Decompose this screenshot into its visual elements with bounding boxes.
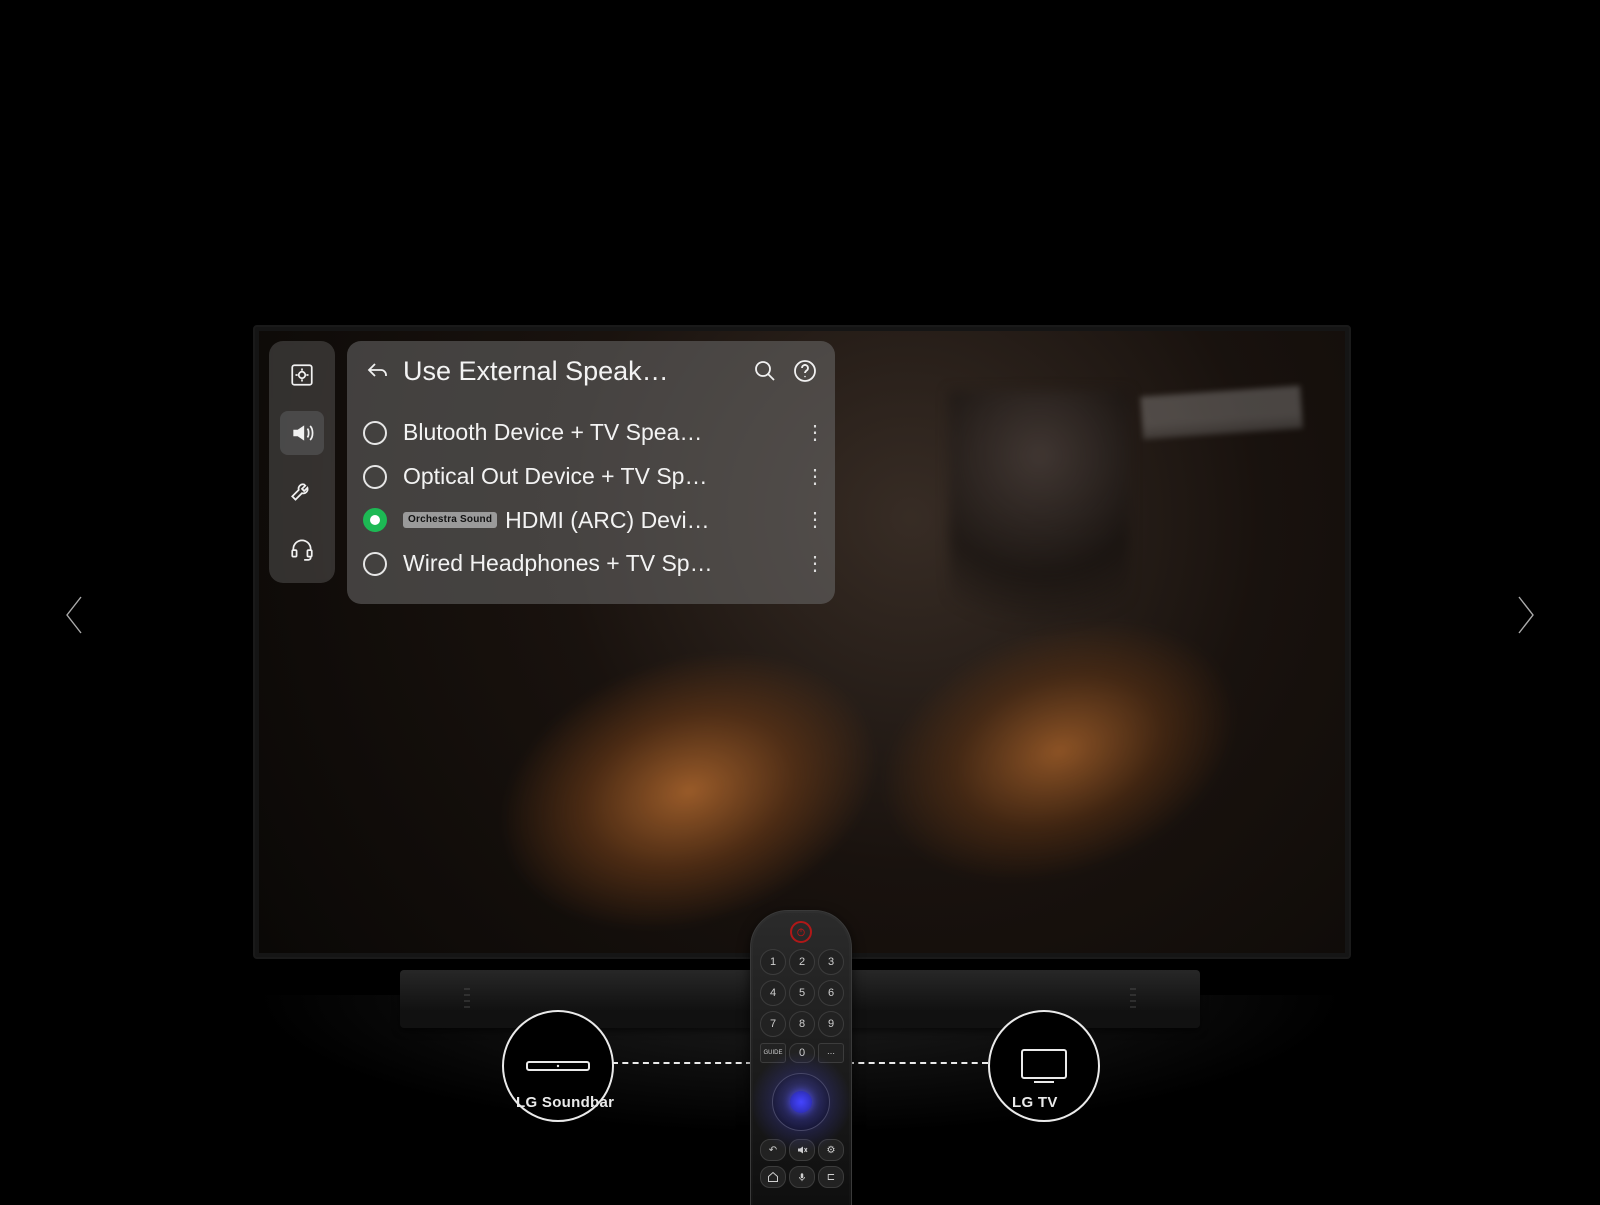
remote-num-0[interactable]: 0 [789, 1043, 815, 1063]
remote-num-9[interactable]: 9 [818, 1011, 844, 1037]
remote-wheel-wrap [770, 1071, 832, 1133]
search-icon [753, 359, 777, 383]
remote-input-button[interactable]: ⊏ [818, 1166, 844, 1188]
remote-lower-controls: ↶ ⚙ ⊏ [760, 1139, 842, 1188]
radio-selected [363, 508, 387, 532]
magic-remote: 1 2 3 4 5 6 7 8 9 GUIDE 0 ⋯ ↶ ⚙ [750, 910, 852, 1205]
settings-panel: Use External Speak… Bluto [347, 341, 835, 604]
remote-num-7[interactable]: 7 [760, 1011, 786, 1037]
speaker-icon [289, 420, 315, 446]
headset-icon [289, 536, 315, 562]
remote-num-8[interactable]: 8 [789, 1011, 815, 1037]
option-bluetooth-tv[interactable]: Blutooth Device + TV Spea… ⋮ [363, 411, 819, 455]
carousel-next[interactable] [1505, 595, 1545, 635]
radio-unselected [363, 421, 387, 445]
power-icon [796, 927, 806, 937]
option-optical-tv[interactable]: Optical Out Device + TV Sp… ⋮ [363, 455, 819, 499]
search-button[interactable] [751, 357, 779, 385]
remote-numpad: 1 2 3 4 5 6 7 8 9 [760, 949, 842, 1037]
radio-unselected [363, 465, 387, 489]
remote-home-button[interactable] [760, 1166, 786, 1188]
lg-tv-label: LG TV [1012, 1094, 1058, 1111]
help-icon [793, 359, 817, 383]
option-wired-headphones-tv[interactable]: Wired Headphones + TV Sp… ⋮ [363, 542, 819, 586]
connector-soundbar-to-remote [612, 1062, 752, 1064]
remote-more-button[interactable]: ⋯ [818, 1043, 844, 1063]
option-hdmi-arc[interactable]: Orchestra Sound HDMI (ARC) Devi… ⋮ [363, 499, 819, 543]
option-more[interactable]: ⋮ [805, 467, 819, 487]
remote-num-1[interactable]: 1 [760, 949, 786, 975]
wrench-icon [289, 478, 315, 504]
background-music-stand-blob [1140, 386, 1309, 537]
remote-num-2[interactable]: 2 [789, 949, 815, 975]
remote-num-5[interactable]: 5 [789, 980, 815, 1006]
soundbar-icon [526, 1058, 590, 1074]
remote-voice-button[interactable] [789, 1166, 815, 1188]
sidebar-support[interactable] [280, 527, 324, 571]
back-arrow-icon [365, 359, 389, 383]
option-body: Wired Headphones + TV Sp… [403, 550, 789, 578]
remote-back-button[interactable]: ↶ [760, 1139, 786, 1161]
home-icon [767, 1171, 779, 1183]
background-person-blob [949, 391, 1129, 651]
remote-num-6[interactable]: 6 [818, 980, 844, 1006]
panel-title: Use External Speak… [403, 355, 739, 387]
remote-ok-button[interactable] [790, 1091, 812, 1113]
option-label: HDMI (ARC) Devi… [505, 507, 709, 535]
lg-soundbar-label: LG Soundbar [516, 1094, 614, 1111]
mute-icon [796, 1144, 808, 1156]
remote-settings-button[interactable]: ⚙ [818, 1139, 844, 1161]
option-more[interactable]: ⋮ [805, 423, 819, 443]
option-more[interactable]: ⋮ [805, 510, 819, 530]
mic-icon [797, 1171, 807, 1183]
remote-power-button[interactable] [790, 921, 812, 943]
back-button[interactable] [363, 357, 391, 385]
connector-remote-to-tv [848, 1062, 988, 1064]
sidebar-sound[interactable] [280, 411, 324, 455]
option-more[interactable]: ⋮ [805, 554, 819, 574]
remote-row-guide: GUIDE 0 ⋯ [760, 1043, 842, 1063]
settings-sidebar [269, 341, 335, 583]
orchestra-sound-badge: Orchestra Sound [403, 512, 497, 528]
option-body: Blutooth Device + TV Spea… [403, 419, 789, 447]
remote-num-4[interactable]: 4 [760, 980, 786, 1006]
tv-frame: Use External Speak… Bluto [253, 325, 1351, 959]
option-label: Optical Out Device + TV Sp… [403, 463, 707, 491]
option-label: Wired Headphones + TV Sp… [403, 550, 713, 578]
option-label: Blutooth Device + TV Spea… [403, 419, 702, 447]
option-body: Orchestra Sound HDMI (ARC) Devi… [403, 507, 789, 535]
brightness-icon [289, 362, 315, 388]
option-body: Optical Out Device + TV Sp… [403, 463, 789, 491]
panel-header: Use External Speak… [363, 355, 819, 387]
tv-screen-content: Use External Speak… Bluto [259, 331, 1345, 953]
remote-guide-button[interactable]: GUIDE [760, 1043, 786, 1063]
tv-icon [1020, 1048, 1068, 1084]
carousel-prev[interactable] [55, 595, 95, 635]
remote-mute-button[interactable] [789, 1139, 815, 1161]
sidebar-picture[interactable] [280, 353, 324, 397]
sidebar-general[interactable] [280, 469, 324, 513]
remote-wheel[interactable] [772, 1073, 830, 1131]
chevron-right-icon [1511, 595, 1539, 635]
radio-unselected [363, 552, 387, 576]
help-button[interactable] [791, 357, 819, 385]
remote-num-3[interactable]: 3 [818, 949, 844, 975]
chevron-left-icon [61, 595, 89, 635]
